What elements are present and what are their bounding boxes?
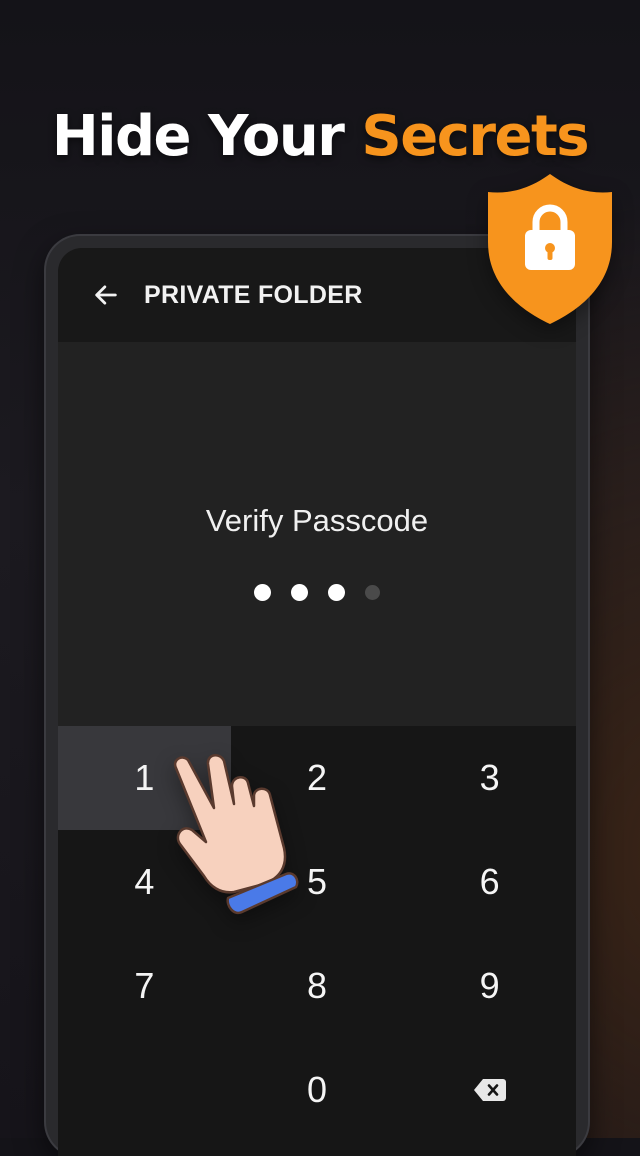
back-button[interactable]: [86, 275, 126, 315]
passcode-dot-filled: [328, 584, 345, 601]
lock-shield-icon: [488, 174, 612, 324]
page-title: PRIVATE FOLDER: [144, 280, 363, 309]
key-0[interactable]: 0: [231, 1038, 404, 1142]
key-8[interactable]: 8: [231, 934, 404, 1038]
pointing-hand-icon: [173, 754, 299, 915]
headline-prefix: Hide Your: [51, 104, 362, 169]
passcode-prompt: Verify Passcode: [205, 503, 429, 538]
key-empty: [58, 1038, 231, 1142]
phone-screen: PRIVATE FOLDER Verify Passcode 1 2 3 4 5…: [58, 248, 576, 1156]
passcode-dot-filled: [291, 584, 308, 601]
headline: Hide Your Secrets: [0, 104, 640, 169]
passcode-dots: [58, 584, 576, 601]
key-6[interactable]: 6: [403, 830, 576, 934]
key-9[interactable]: 9: [403, 934, 576, 1038]
passcode-dot-filled: [254, 584, 271, 601]
phone-frame: PRIVATE FOLDER Verify Passcode 1 2 3 4 5…: [46, 236, 588, 1156]
backspace-icon: [473, 1079, 506, 1101]
key-7[interactable]: 7: [58, 934, 231, 1038]
key-3[interactable]: 3: [403, 726, 576, 830]
delete-key[interactable]: [403, 1038, 576, 1142]
arrow-left-icon: [95, 285, 117, 305]
headline-accent: Secrets: [361, 104, 589, 169]
passcode-dot-empty: [365, 585, 380, 600]
